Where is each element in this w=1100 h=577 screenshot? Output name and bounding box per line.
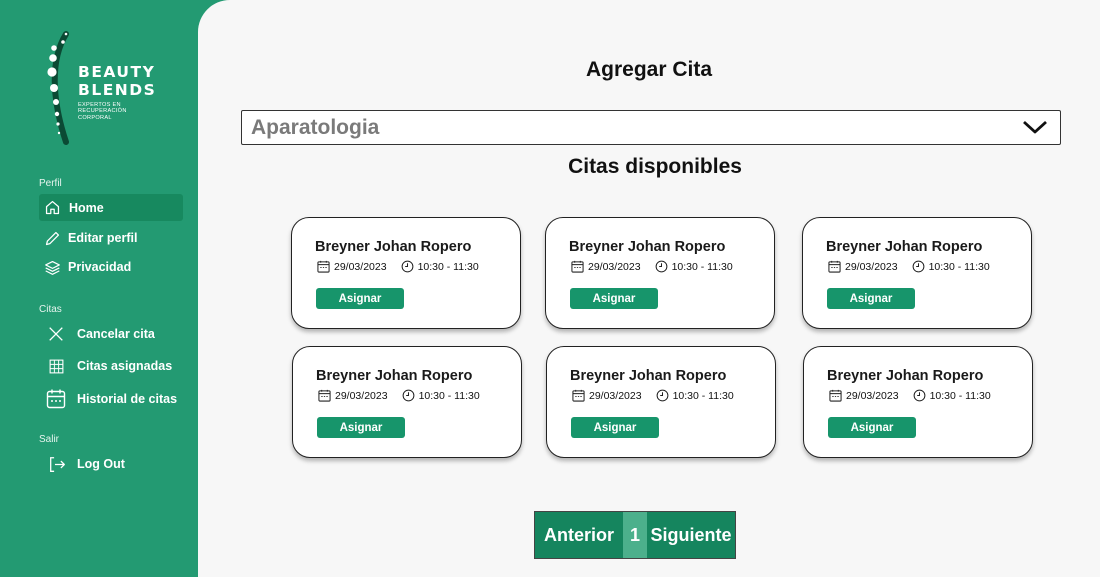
brand-name-line1: BEAUTY [78,63,156,81]
brand-tagline-line3: CORPORAL [78,114,112,121]
sidebar-item-label: Citas asignadas [77,359,173,373]
section-label-profile: Perfil [39,178,62,189]
assign-button[interactable]: Asignar [316,288,404,309]
calendar-icon [572,389,585,402]
appointment-card: Breyner Johan Ropero 29/03/2023 10:30 - … [546,346,776,458]
main-panel: Agregar Cita Aparatologia Citas disponib… [198,0,1100,577]
pagination-prev-button[interactable]: Anterior [535,512,623,558]
card-client-name: Breyner Johan Ropero [315,239,472,255]
card-date: 29/03/2023 [846,389,899,402]
calendar-icon [571,260,584,273]
appointment-card: Breyner Johan Ropero 29/03/2023 10:30 - … [291,217,521,329]
pagination-next-button[interactable]: Siguiente [647,512,735,558]
assign-button[interactable]: Asignar [570,288,658,309]
chevron-down-icon [1022,118,1048,141]
card-time: 10:30 - 11:30 [418,389,480,402]
card-client-name: Breyner Johan Ropero [826,239,983,255]
clock-icon [655,260,668,273]
card-client-name: Breyner Johan Ropero [570,368,727,384]
clock-icon [402,389,415,402]
appointment-card: Breyner Johan Ropero 29/03/2023 10:30 - … [802,217,1032,329]
sidebar-item-assigned[interactable]: Citas asignadas [46,355,172,377]
clock-icon [913,389,926,402]
pagination: Anterior 1 Siguiente [534,511,736,559]
assign-button[interactable]: Asignar [828,417,916,438]
sidebar-item-home[interactable]: Home [39,194,183,221]
card-time: 10:30 - 11:30 [929,389,991,402]
card-time: 10:30 - 11:30 [671,260,733,273]
home-icon [43,199,61,216]
sidebar-item-label: Historial de citas [77,392,178,406]
sidebar-item-label: Home [69,200,104,215]
card-date: 29/03/2023 [589,389,642,402]
section-label-exit: Salir [39,434,60,445]
pencil-icon [43,230,61,247]
assign-button[interactable]: Asignar [317,417,405,438]
calendar-icon [317,260,330,273]
card-date: 29/03/2023 [335,389,388,402]
calendar-icon [46,388,66,410]
sidebar-item-privacy[interactable]: Privacidad [43,257,131,277]
sidebar-item-history[interactable]: Historial de citas [46,387,177,411]
assign-button[interactable]: Asignar [827,288,915,309]
card-date: 29/03/2023 [845,260,898,273]
card-date: 29/03/2023 [334,260,387,273]
pagination-current-page[interactable]: 1 [623,512,647,558]
sidebar-item-label: Editar perfil [68,231,138,245]
grid-calendar-icon [46,358,66,375]
appointment-card: Breyner Johan Ropero 29/03/2023 10:30 - … [545,217,775,329]
card-client-name: Breyner Johan Ropero [569,239,726,255]
sidebar-item-cancel[interactable]: Cancelar cita [46,323,155,345]
assign-button[interactable]: Asignar [571,417,659,438]
sidebar-item-label: Privacidad [68,260,132,274]
logout-icon [47,456,67,473]
appointment-card: Breyner Johan Ropero 29/03/2023 10:30 - … [803,346,1033,458]
card-time: 10:30 - 11:30 [928,260,990,273]
card-time: 10:30 - 11:30 [672,389,734,402]
sidebar: BEAUTY BLENDS EXPERTOS EN RECUPERACIÓN C… [0,0,198,577]
sidebar-item-label: Log Out [77,457,125,471]
section-label-appointments: Citas [39,304,62,315]
close-icon [46,325,66,343]
calendar-icon [828,260,841,273]
service-select-value: Aparatologia [251,115,380,139]
calendar-icon [318,389,331,402]
page-title: Agregar Cita [585,58,713,81]
brand-name-line2: BLENDS [78,81,157,99]
card-time: 10:30 - 11:30 [417,260,479,273]
clock-icon [912,260,925,273]
clock-icon [656,389,669,402]
sidebar-item-edit-profile[interactable]: Editar perfil [43,228,137,248]
brand-text: BEAUTY BLENDS EXPERTOS EN RECUPERACIÓN C… [78,63,156,121]
card-date: 29/03/2023 [588,260,641,273]
calendar-icon [829,389,842,402]
appointment-card: Breyner Johan Ropero 29/03/2023 10:30 - … [292,346,522,458]
sidebar-item-logout[interactable]: Log Out [47,453,125,475]
card-client-name: Breyner Johan Ropero [827,368,984,384]
card-client-name: Breyner Johan Ropero [316,368,473,384]
section-subtitle: Citas disponibles [568,155,742,178]
service-select[interactable]: Aparatologia [241,110,1061,145]
sidebar-item-label: Cancelar cita [77,327,155,341]
clock-icon [401,260,414,273]
layers-icon [43,259,61,276]
